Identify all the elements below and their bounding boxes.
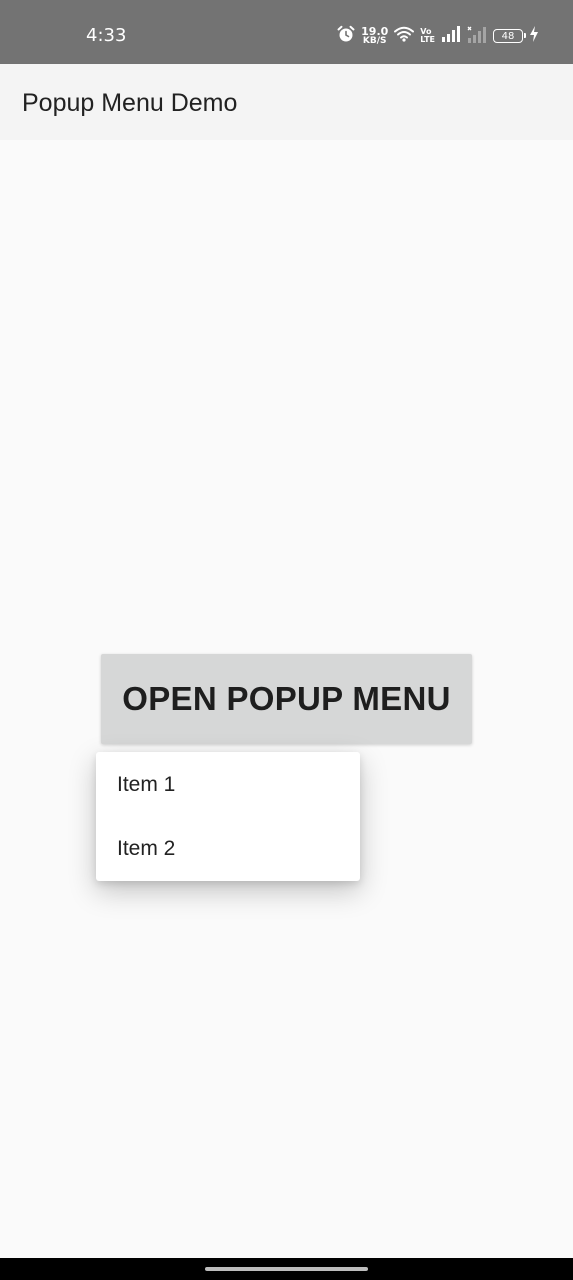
status-time: 4:33	[86, 25, 127, 46]
wifi-icon	[394, 26, 415, 47]
menu-item-1[interactable]: Item 1	[96, 753, 360, 817]
status-icons: 19.0 KB/S Vo LTE 48	[337, 25, 539, 48]
navigation-bar	[0, 1258, 573, 1280]
battery-icon: 48	[493, 29, 526, 43]
signal-icon	[441, 25, 461, 47]
network-speed-unit: KB/S	[362, 36, 387, 46]
alarm-icon	[337, 25, 355, 48]
volte-bottom: LTE	[420, 35, 435, 44]
status-bar: 4:33 19.0 KB/S Vo LTE 48	[0, 0, 573, 64]
signal-no-service-icon	[467, 25, 487, 48]
battery-level: 48	[501, 30, 515, 42]
open-popup-menu-button[interactable]: OPEN POPUP MENU	[101, 654, 472, 744]
network-speed-indicator: 19.0 KB/S	[361, 26, 388, 46]
menu-item-2[interactable]: Item 2	[96, 817, 360, 881]
volte-icon: Vo LTE	[420, 28, 435, 44]
app-bar: Popup Menu Demo	[0, 64, 573, 140]
app-title: Popup Menu Demo	[22, 89, 238, 117]
charging-icon	[529, 25, 539, 47]
home-indicator[interactable]	[205, 1267, 368, 1271]
popup-menu: Item 1 Item 2	[96, 752, 360, 881]
